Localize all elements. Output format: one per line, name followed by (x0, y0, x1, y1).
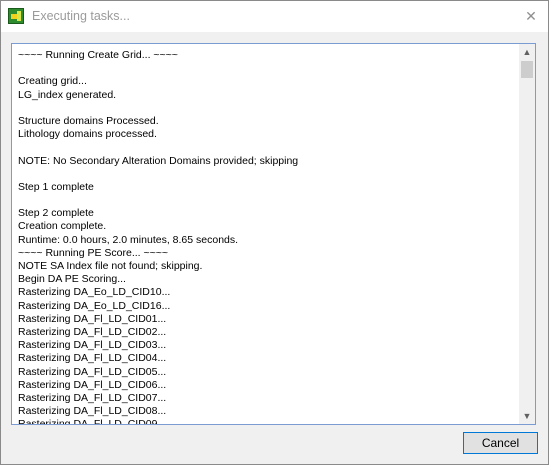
log-line: ~~~~ Running Create Grid... ~~~~ (18, 49, 178, 61)
scroll-down-icon[interactable]: ▼ (519, 408, 535, 424)
executing-tasks-dialog: Executing tasks... ✕ ~~~~ Running Create… (0, 0, 549, 465)
log-line: Structure domains Processed. (18, 114, 159, 127)
log-line: Step 2 complete (18, 207, 94, 220)
log-line: Rasterizing DA_Fl_LD_CID07... (18, 391, 167, 404)
log-line: Rasterizing DA_Fl_LD_CID09... (18, 418, 167, 425)
app-icon (8, 8, 24, 24)
log-lines: ~~~~ Running Create Grid... ~~~~ Creating… (18, 49, 518, 425)
log-line: Lithology domains processed. (18, 128, 157, 141)
log-line: Rasterizing DA_Eo_LD_CID10... (18, 286, 171, 299)
log-line: Rasterizing DA_Fl_LD_CID03... (18, 339, 167, 352)
log-line: Rasterizing DA_Fl_LD_CID04... (18, 352, 167, 365)
log-line: Rasterizing DA_Fl_LD_CID06... (18, 378, 167, 391)
close-icon[interactable]: ✕ (514, 1, 548, 32)
log-line: Begin DA PE Scoring... (18, 273, 126, 286)
log-output[interactable]: ~~~~ Running Create Grid... ~~~~ Creating… (11, 43, 536, 425)
scroll-up-icon[interactable]: ▲ (519, 44, 535, 60)
log-line: NOTE: No Secondary Alteration Domains pr… (18, 154, 299, 167)
title-bar[interactable]: Executing tasks... ✕ (1, 1, 548, 32)
log-line: Rasterizing DA_Fl_LD_CID05... (18, 365, 167, 378)
log-line: ~~~~ Running PE Score... ~~~~ (18, 246, 169, 259)
log-line: Step 1 complete (18, 180, 94, 193)
log-line: Creating grid... (18, 75, 87, 88)
window-title: Executing tasks... (32, 9, 130, 23)
scroll-thumb[interactable] (521, 61, 533, 78)
log-line: LG_index generated. (18, 88, 117, 101)
vertical-scrollbar[interactable]: ▲ ▼ (519, 44, 535, 424)
log-line: Rasterizing DA_Fl_LD_CID08... (18, 405, 167, 418)
log-line: Rasterizing DA_Fl_LD_CID01... (18, 312, 167, 325)
log-line: Creation complete. (18, 220, 107, 233)
log-line: Rasterizing DA_Eo_LD_CID16... (18, 299, 171, 312)
log-line: NOTE SA Index file not found; skipping. (18, 260, 203, 272)
log-line: Runtime: 0.0 hours, 2.0 minutes, 8.65 se… (18, 233, 239, 246)
log-line: Rasterizing DA_Fl_LD_CID02... (18, 325, 167, 338)
cancel-button[interactable]: Cancel (463, 432, 538, 454)
